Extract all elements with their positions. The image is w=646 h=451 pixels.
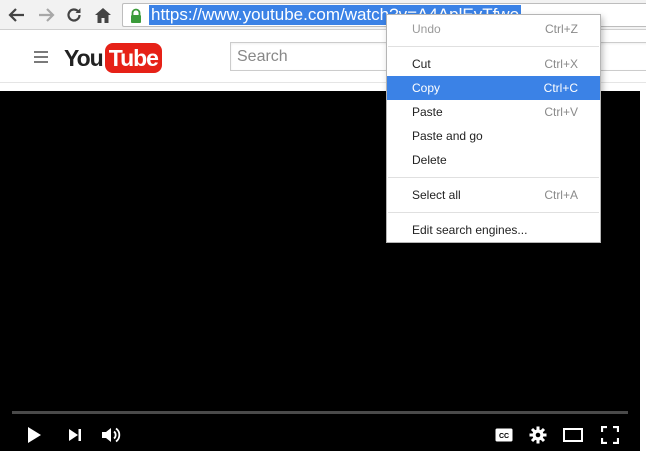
menu-item-label: Paste xyxy=(412,105,443,119)
settings-button[interactable] xyxy=(526,424,550,446)
play-icon xyxy=(28,427,41,443)
context-menu: Undo Ctrl+Z Cut Ctrl+X Copy Ctrl+C Paste… xyxy=(386,14,601,243)
menu-item-shortcut: Ctrl+X xyxy=(544,57,578,71)
menu-item-delete[interactable]: Delete xyxy=(387,148,600,172)
menu-item-shortcut: Ctrl+V xyxy=(544,105,578,119)
volume-icon xyxy=(102,427,121,443)
logo-text-you: You xyxy=(64,44,104,71)
forward-button[interactable] xyxy=(34,3,58,27)
menu-item-shortcut: Ctrl+C xyxy=(543,81,578,95)
menu-item-label: Paste and go xyxy=(412,129,483,143)
captions-button[interactable]: CC xyxy=(492,424,516,446)
menu-item-label: Delete xyxy=(412,153,447,167)
home-icon xyxy=(95,7,111,23)
player-top-gap xyxy=(0,84,262,91)
forward-icon xyxy=(39,8,55,22)
fullscreen-icon xyxy=(601,426,619,444)
logo-text-tube: Tube xyxy=(104,43,162,73)
menu-item-label: Undo xyxy=(412,22,441,36)
captions-icon: CC xyxy=(495,428,513,442)
menu-item-paste[interactable]: Paste Ctrl+V xyxy=(387,100,600,124)
menu-icon[interactable] xyxy=(34,51,48,63)
menu-divider xyxy=(388,46,599,47)
lock-icon xyxy=(131,8,141,23)
menu-item-label: Select all xyxy=(412,188,461,202)
back-icon xyxy=(8,8,24,22)
fullscreen-button[interactable] xyxy=(598,424,622,446)
menu-divider xyxy=(388,177,599,178)
settings-icon xyxy=(529,426,547,444)
menu-item-paste-and-go[interactable]: Paste and go xyxy=(387,124,600,148)
menu-item-label: Copy xyxy=(412,81,441,95)
menu-item-cut[interactable]: Cut Ctrl+X xyxy=(387,52,600,76)
youtube-logo[interactable]: You Tube xyxy=(64,42,162,74)
home-button[interactable] xyxy=(91,3,115,27)
reload-icon xyxy=(67,8,81,22)
menu-item-label: Cut xyxy=(412,57,431,71)
menu-item-undo: Undo Ctrl+Z xyxy=(387,17,600,41)
progress-bar[interactable] xyxy=(12,411,628,414)
theater-icon xyxy=(563,428,583,442)
menu-item-label: Edit search engines... xyxy=(412,223,528,237)
menu-item-copy[interactable]: Copy Ctrl+C xyxy=(387,76,600,100)
svg-text:CC: CC xyxy=(499,433,509,440)
menu-divider xyxy=(388,212,599,213)
menu-item-select-all[interactable]: Select all Ctrl+A xyxy=(387,183,600,207)
menu-item-shortcut: Ctrl+A xyxy=(544,188,578,202)
menu-item-edit-search-engines[interactable]: Edit search engines... xyxy=(387,218,600,242)
back-button[interactable] xyxy=(5,3,29,27)
next-button[interactable] xyxy=(63,424,87,446)
reload-button[interactable] xyxy=(62,3,86,27)
volume-button[interactable] xyxy=(99,424,123,446)
play-button[interactable] xyxy=(22,424,46,446)
next-icon xyxy=(69,429,81,441)
theater-mode-button[interactable] xyxy=(561,424,585,446)
menu-item-shortcut: Ctrl+Z xyxy=(545,22,578,36)
